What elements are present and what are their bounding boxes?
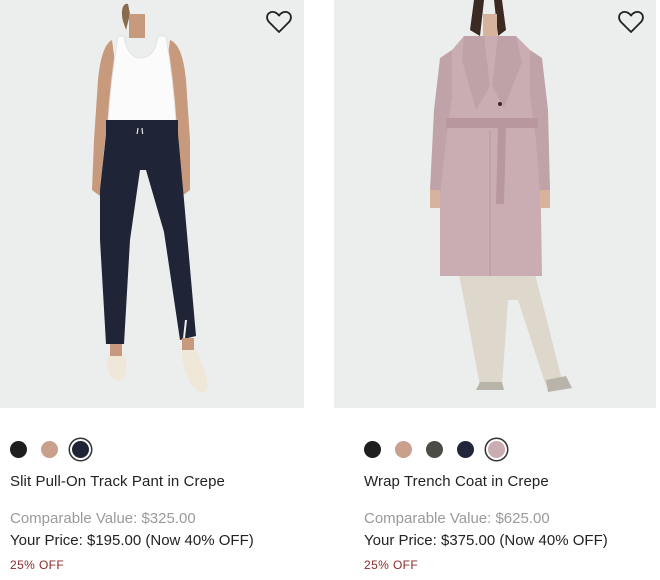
color-swatch-black[interactable] — [364, 441, 381, 458]
model-in-track-pant-image — [92, 3, 208, 393]
color-swatches — [10, 441, 89, 458]
discount-badge: 25% OFF — [364, 558, 419, 572]
product-title[interactable]: Wrap Trench Coat in Crepe — [364, 473, 549, 490]
product-title[interactable]: Slit Pull-On Track Pant in Crepe — [10, 473, 225, 490]
color-swatch-tan[interactable] — [395, 441, 412, 458]
color-swatch-pink[interactable] — [488, 441, 505, 458]
color-swatch-navy[interactable] — [72, 441, 89, 458]
color-swatch-tan[interactable] — [41, 441, 58, 458]
discount-badge: 25% OFF — [10, 558, 65, 572]
product-image[interactable] — [0, 0, 304, 408]
comparable-value: Comparable Value: $325.00 — [10, 510, 196, 527]
product-card-trench-coat[interactable]: Wrap Trench Coat in Crepe Comparable Val… — [334, 0, 660, 572]
model-in-trench-coat-image — [430, 0, 572, 392]
product-grid: Slit Pull-On Track Pant in Crepe Compara… — [0, 0, 660, 580]
color-swatches — [364, 441, 505, 458]
product-image[interactable] — [334, 0, 656, 408]
color-swatch-navy[interactable] — [457, 441, 474, 458]
your-price: Your Price: $375.00 (Now 40% OFF) — [364, 532, 608, 549]
wishlist-heart-icon[interactable] — [618, 10, 644, 34]
product-card-track-pant[interactable]: Slit Pull-On Track Pant in Crepe Compara… — [0, 0, 310, 572]
your-price: Your Price: $195.00 (Now 40% OFF) — [10, 532, 254, 549]
color-swatch-black[interactable] — [10, 441, 27, 458]
wishlist-heart-icon[interactable] — [266, 10, 292, 34]
comparable-value: Comparable Value: $625.00 — [364, 510, 550, 527]
color-swatch-olive[interactable] — [426, 441, 443, 458]
